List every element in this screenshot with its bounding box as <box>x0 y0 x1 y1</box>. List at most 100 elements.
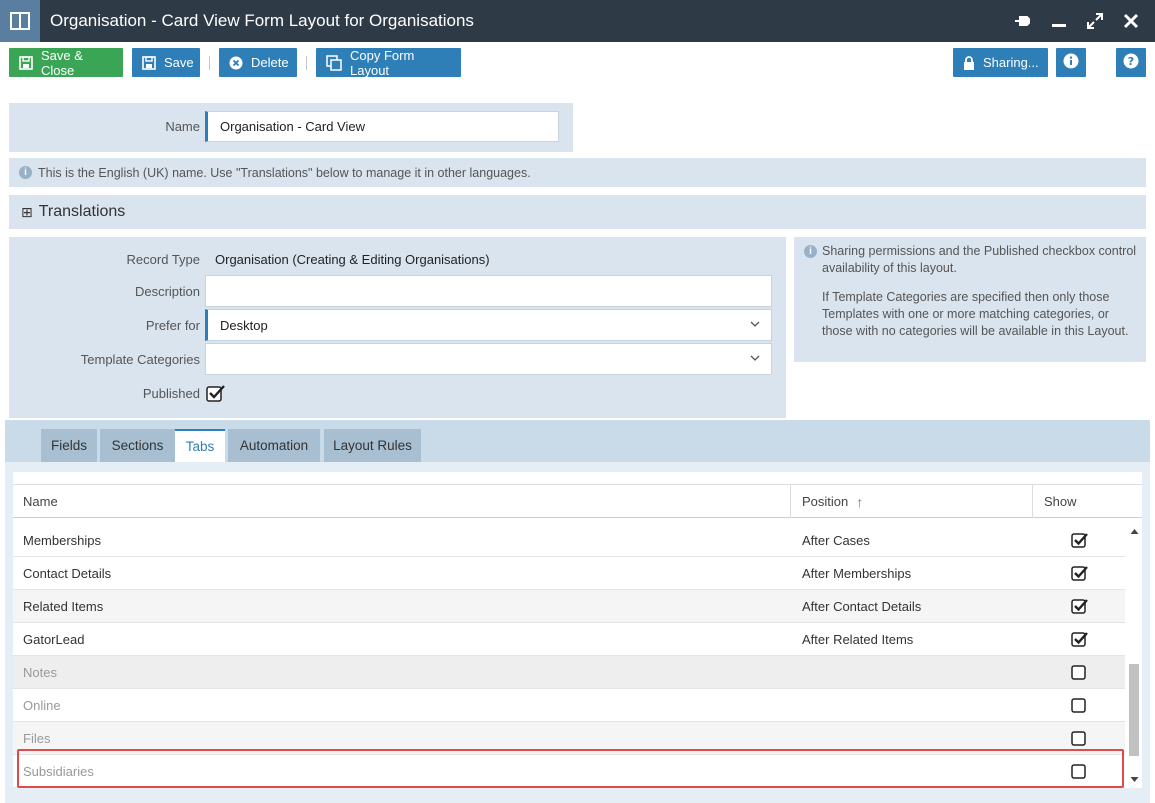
prefer-for-label: Prefer for <box>145 318 200 333</box>
vertical-scrollbar[interactable] <box>1127 524 1142 788</box>
save-icon <box>142 55 156 70</box>
column-position-label: Position <box>802 494 849 509</box>
tab-bar: Fields Sections Tabs Automation Layout R… <box>5 420 1150 462</box>
show-checkbox-checked[interactable] <box>1071 631 1089 650</box>
row-name: Online <box>23 697 61 713</box>
delete-button[interactable]: Delete <box>219 48 297 77</box>
save-label: Save <box>164 55 194 70</box>
description-field[interactable] <box>205 275 772 307</box>
info-icon <box>1063 53 1079 72</box>
chevron-down-icon <box>749 318 761 333</box>
copy-form-layout-label: Copy Form Layout <box>350 47 415 78</box>
name-label: Name <box>165 119 200 134</box>
toolbar-divider <box>209 56 210 70</box>
help-button[interactable]: ? <box>1116 48 1146 77</box>
table-row[interactable]: Files <box>13 722 1125 755</box>
sharing-info-p1: Sharing permissions and the Published ch… <box>822 244 1137 275</box>
sharing-info-p2: If Template Categories are specified the… <box>822 290 1129 338</box>
description-label: Description <box>134 284 200 299</box>
row-name: Subsidiaries <box>23 763 94 779</box>
name-field[interactable]: Organisation - Card View <box>205 111 559 142</box>
pin-icon[interactable] <box>1013 11 1033 31</box>
show-checkbox[interactable] <box>1071 763 1089 782</box>
show-checkbox-checked[interactable] <box>1071 598 1089 617</box>
save-button[interactable]: Save <box>132 48 200 77</box>
lock-icon <box>963 55 975 70</box>
tab-fields[interactable]: Fields <box>41 429 97 462</box>
svg-text:?: ? <box>1128 55 1134 68</box>
show-checkbox[interactable] <box>1071 730 1089 749</box>
show-checkbox[interactable] <box>1071 697 1089 716</box>
row-position: After Related Items <box>802 631 914 647</box>
delete-label: Delete <box>251 55 289 70</box>
show-checkbox-checked[interactable] <box>1071 565 1089 584</box>
toolbar-divider <box>306 56 307 70</box>
help-icon: ? <box>1123 53 1139 72</box>
name-info-text: This is the English (UK) name. Use "Tran… <box>38 165 531 180</box>
translations-toggle[interactable]: ⊞ Translations <box>9 195 1146 229</box>
table-row[interactable]: Related Items After Contact Details <box>13 590 1125 623</box>
info-circle-icon: i <box>804 245 817 258</box>
show-checkbox[interactable] <box>1071 664 1089 683</box>
row-position: After Contact Details <box>802 598 922 614</box>
layout-icon[interactable] <box>0 0 40 42</box>
save-close-button[interactable]: Save & Close <box>9 47 123 78</box>
prefer-for-select[interactable]: Desktop <box>205 309 772 341</box>
show-checkbox-checked[interactable] <box>1071 532 1089 551</box>
copy-form-layout-button[interactable]: Copy Form Layout <box>316 47 461 78</box>
table-row[interactable]: Notes <box>13 656 1125 689</box>
table-row[interactable]: Memberships After Cases <box>13 524 1125 557</box>
template-categories-label: Template Categories <box>80 352 200 367</box>
row-name: Contact Details <box>23 565 112 581</box>
chevron-down-icon <box>749 352 761 367</box>
minimize-icon[interactable] <box>1049 11 1069 31</box>
row-name: Notes <box>23 664 57 680</box>
sort-ascending-icon: ↑ <box>856 493 864 510</box>
grid-header: Name Position ↑ Show <box>13 484 1142 518</box>
tab-sections[interactable]: Sections <box>100 429 175 462</box>
tab-automation[interactable]: Automation <box>228 429 320 462</box>
translations-label: Translations <box>38 203 126 220</box>
title-bar: Organisation - Card View Form Layout for… <box>0 0 1155 42</box>
save-icon <box>19 55 33 70</box>
table-row[interactable]: GatorLead After Related Items <box>13 623 1125 656</box>
prefer-for-value: Desktop <box>220 317 268 333</box>
row-name: Related Items <box>23 598 104 614</box>
sharing-button[interactable]: Sharing... <box>953 48 1048 77</box>
column-show-label: Show <box>1044 494 1077 509</box>
info-circle-icon: i <box>19 166 32 179</box>
row-position: After Memberships <box>802 565 912 581</box>
toolbar: Save & Close Save Delete Copy Form Layou… <box>0 42 1155 84</box>
copy-icon <box>326 54 342 71</box>
scrollbar-thumb[interactable] <box>1129 664 1139 756</box>
record-type-label: Record Type <box>126 252 200 267</box>
template-categories-select[interactable] <box>205 343 772 375</box>
info-button[interactable] <box>1056 48 1086 77</box>
row-name: Memberships <box>23 532 102 548</box>
published-label: Published <box>142 386 200 401</box>
maximize-icon[interactable] <box>1085 11 1105 31</box>
table-row[interactable]: Contact Details After Memberships <box>13 557 1125 590</box>
tabs-grid: Name Position ↑ Show Memberships After Ca… <box>13 472 1142 788</box>
save-close-label: Save & Close <box>41 47 83 78</box>
delete-circle-icon <box>229 56 243 70</box>
close-icon[interactable] <box>1121 11 1141 31</box>
sharing-label: Sharing... <box>983 55 1039 70</box>
sharing-info-panel: i Sharing permissions and the Published … <box>794 237 1146 362</box>
column-header-show[interactable]: Show <box>1034 485 1142 518</box>
table-row[interactable]: Subsidiaries <box>13 755 1125 788</box>
row-name: Files <box>23 730 51 746</box>
scroll-up-icon <box>1130 529 1139 534</box>
column-header-name[interactable]: Name <box>13 485 791 518</box>
name-info-note: i This is the English (UK) name. Use "Tr… <box>9 158 1146 187</box>
tab-tabs[interactable]: Tabs <box>175 429 225 462</box>
scroll-down-icon <box>1130 777 1139 782</box>
expand-plus-icon: ⊞ <box>21 203 33 220</box>
column-name-label: Name <box>23 494 58 509</box>
row-name: GatorLead <box>23 631 85 647</box>
published-checkbox[interactable] <box>206 384 226 405</box>
column-header-position[interactable]: Position ↑ <box>792 485 1033 518</box>
window-title: Organisation - Card View Form Layout for… <box>50 11 474 30</box>
tab-layout-rules[interactable]: Layout Rules <box>324 429 421 462</box>
table-row[interactable]: Online <box>13 689 1125 722</box>
